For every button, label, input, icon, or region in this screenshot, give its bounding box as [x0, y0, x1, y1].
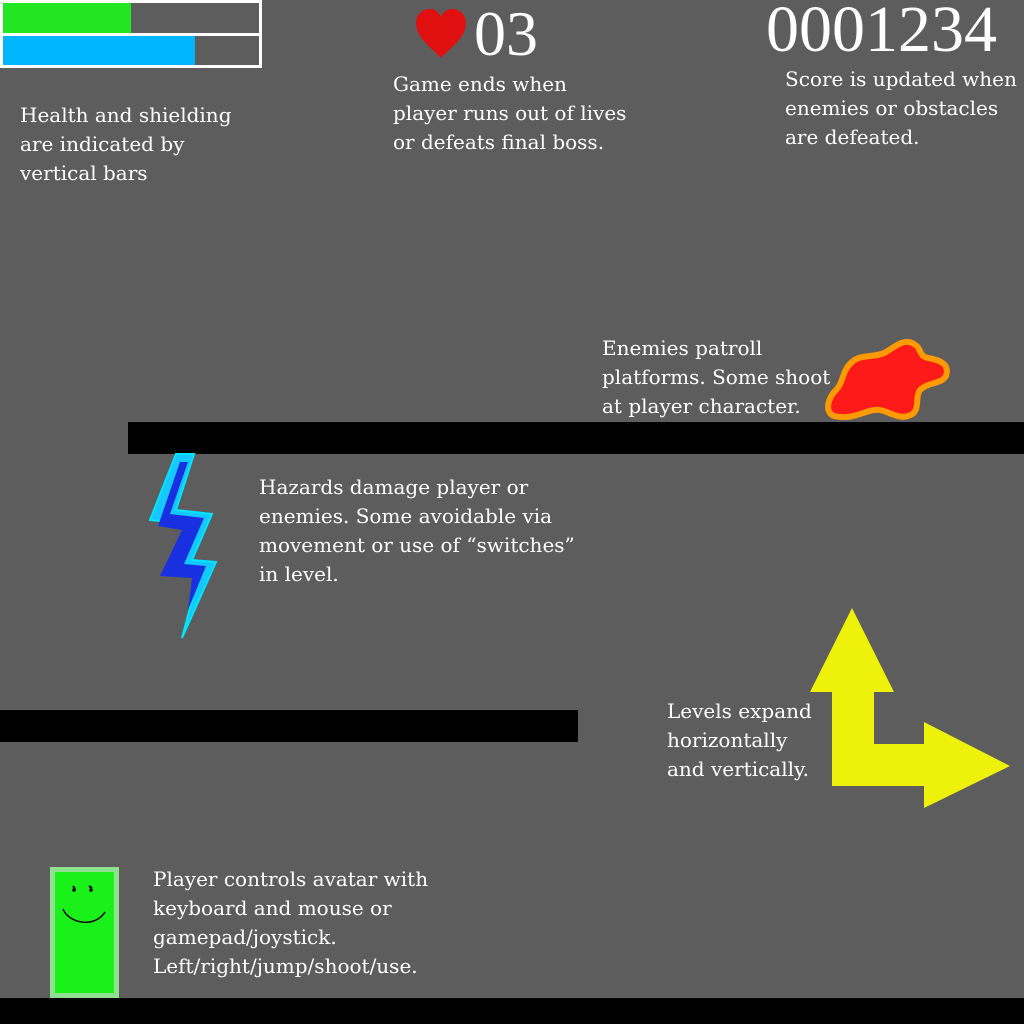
shield-bar-fill [3, 36, 195, 65]
middle-platform [0, 710, 578, 742]
hazard-note: Hazards damage player or enemies. Some a… [259, 475, 575, 586]
health-bar-fill [3, 3, 131, 33]
upper-platform [128, 422, 1024, 454]
lives-note: Game ends when player runs out of lives … [393, 72, 627, 154]
shield-bar [0, 33, 262, 68]
green-block-player-icon [50, 867, 119, 998]
lightning-bolt-icon [148, 453, 218, 639]
expand-arrows-icon [810, 608, 1010, 808]
player-note: Player controls avatar with keyboard and… [153, 867, 429, 978]
health-bar [0, 0, 262, 36]
bars-note: Health and shielding are indicated by ve… [20, 103, 232, 185]
enemy-note: Enemies patroll platforms. Some shoot at… [602, 336, 831, 418]
level-note: Levels expand horizontally and verticall… [667, 699, 812, 781]
lives-counter: 03 [474, 0, 538, 69]
score-note: Score is updated when enemies or obstacl… [785, 67, 1017, 149]
red-splat-enemy-icon [825, 338, 950, 421]
ground-platform [0, 998, 1024, 1024]
game-screen: { "hud": { "health_level": 0.5, "shield_… [0, 0, 1024, 1024]
heart-icon [416, 9, 466, 58]
score-counter: 0001234 [766, 0, 997, 66]
